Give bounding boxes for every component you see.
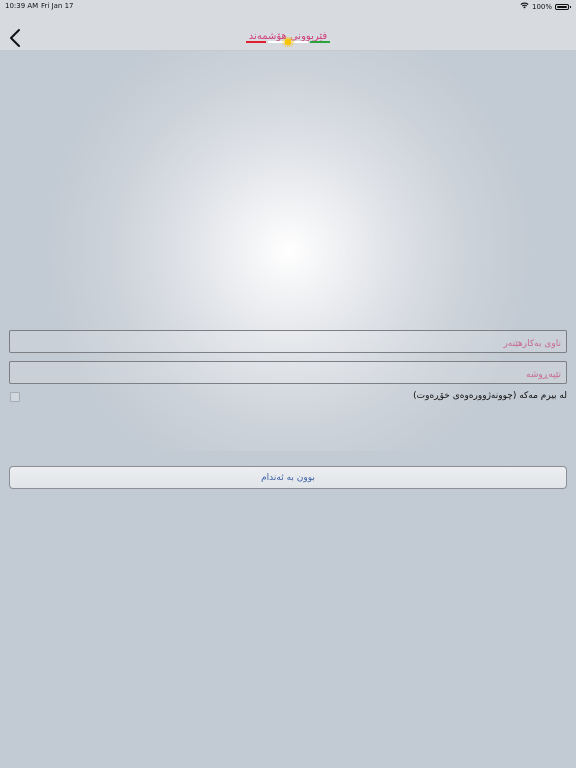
battery-percent: 100% xyxy=(531,2,552,11)
username-field[interactable] xyxy=(9,330,567,355)
remember-me-label: لە بیرم مەکە (چوونەژوورەوەی خۆڕەوت) xyxy=(413,391,567,401)
battery-icon xyxy=(555,3,571,10)
remember-me-checkbox[interactable] xyxy=(10,392,20,402)
status-time: 10:39 AM xyxy=(5,2,39,10)
signup-button-label: بوون بە ئەندام xyxy=(261,472,315,483)
wifi-icon xyxy=(520,2,529,11)
status-bar: 10:39 AM Fri Jan 17 100% xyxy=(0,0,576,13)
status-indicators: 100% xyxy=(520,2,571,11)
flag-emblem xyxy=(246,32,330,48)
username-input[interactable] xyxy=(10,333,566,355)
remember-me-row: لە بیرم مەکە (چوونەژوورەوەی خۆڕەوت) xyxy=(9,391,567,405)
status-date: Fri Jan 17 xyxy=(41,2,74,10)
password-input[interactable] xyxy=(10,364,566,386)
signup-button[interactable]: بوون بە ئەندام xyxy=(9,466,567,489)
password-field[interactable] xyxy=(9,361,567,386)
